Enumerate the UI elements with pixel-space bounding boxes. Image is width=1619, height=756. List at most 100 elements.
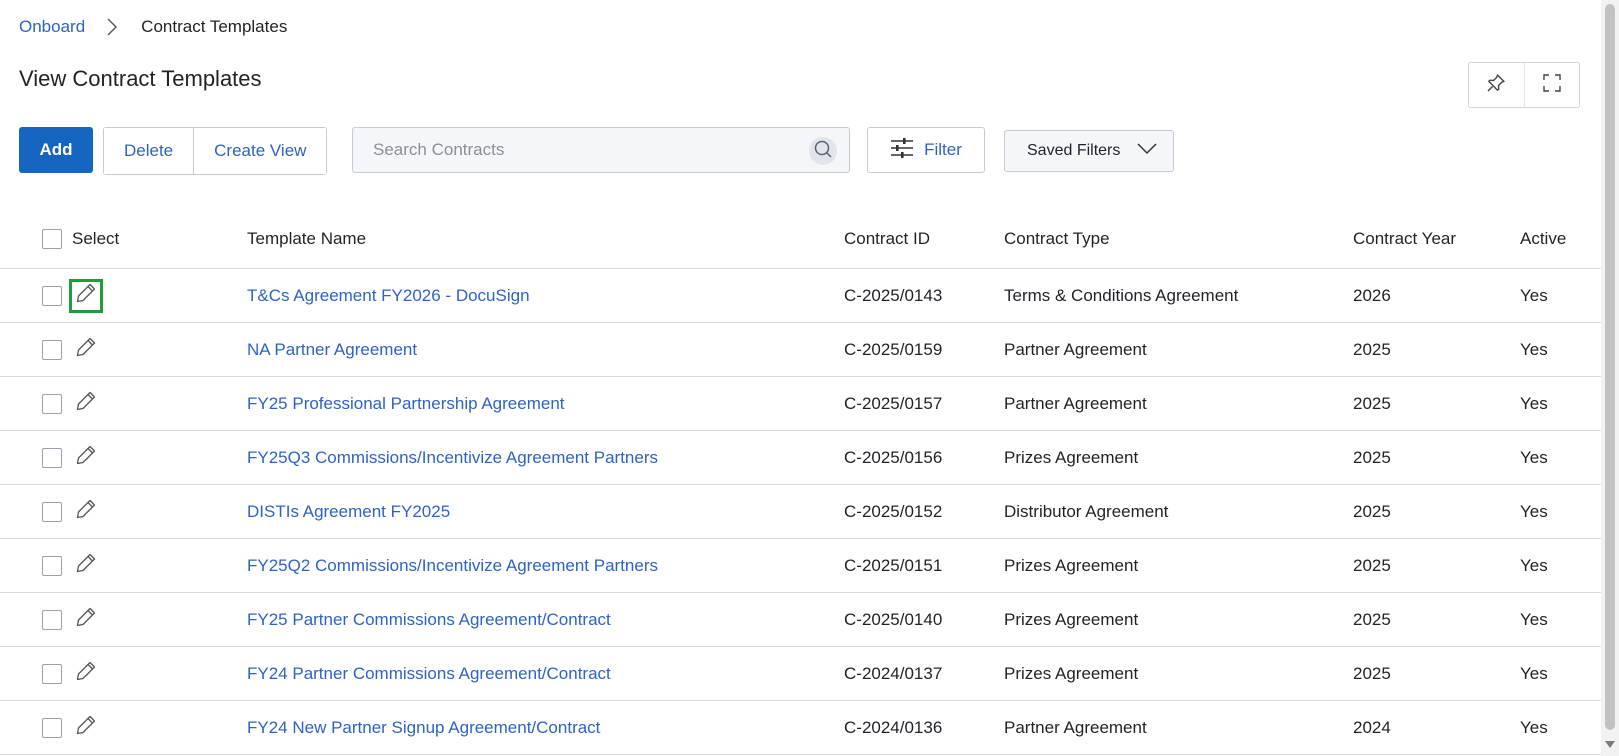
breadcrumb-onboard-link[interactable]: Onboard [19,17,85,37]
active-cell: Yes [1520,501,1548,521]
table-row: FY25Q3 Commissions/Incentivize Agreement… [0,431,1601,485]
contract-id-cell: C-2025/0152 [844,501,943,521]
scroll-down-arrow-icon[interactable] [1605,741,1615,748]
add-button[interactable]: Add [19,127,93,173]
row-checkbox[interactable] [42,447,62,468]
contract-type-cell: Prizes Agreement [1004,663,1139,683]
active-header[interactable]: Active [1520,210,1566,268]
contract-type-header[interactable]: Contract Type [1004,210,1110,268]
edit-button[interactable] [69,603,103,637]
contract-year-cell: 2025 [1353,609,1391,629]
template-name-link[interactable]: FY24 New Partner Signup Agreement/Contra… [247,718,600,738]
scrollbar-thumb[interactable] [1605,4,1615,730]
row-checkbox[interactable] [42,555,62,576]
select-all-checkbox[interactable] [42,229,62,249]
edit-button[interactable] [69,711,103,745]
delete-button[interactable]: Delete [104,128,194,174]
contract-type-cell: Terms & Conditions Agreement [1004,285,1239,305]
contract-year-cell: 2025 [1353,447,1391,467]
edit-button[interactable] [69,441,103,475]
select-header-label: Select [72,229,120,248]
chevron-right-icon [107,17,119,37]
template-name-link[interactable]: T&Cs Agreement FY2026 - DocuSign [247,286,530,306]
active-cell: Yes [1520,339,1548,359]
contract-year-cell: 2025 [1353,339,1391,359]
search-button[interactable] [809,137,837,165]
contract-id-cell: C-2025/0157 [844,393,943,413]
contract-type-cell: Prizes Agreement [1004,447,1139,467]
row-checkbox[interactable] [42,663,62,684]
saved-filters-dropdown[interactable]: Saved Filters [1004,130,1174,172]
vertical-scrollbar[interactable] [1601,0,1619,756]
active-cell: Yes [1520,555,1548,575]
action-button-group: Delete Create View [103,127,328,175]
template-name-link[interactable]: FY25 Partner Commissions Agreement/Contr… [247,610,611,630]
contract-id-cell: C-2025/0159 [844,339,943,359]
contract-type-cell: Distributor Agreement [1004,501,1169,521]
contract-year-cell: 2026 [1353,285,1391,305]
template-name-header[interactable]: Template Name [247,210,366,268]
edit-button[interactable] [69,278,103,313]
template-name-link[interactable]: FY25Q2 Commissions/Incentivize Agreement… [247,556,658,576]
contract-year-cell: 2025 [1353,663,1391,683]
chevron-down-icon [1137,142,1157,160]
edit-button[interactable] [69,387,103,421]
contract-id-cell: C-2024/0137 [844,663,943,683]
table-row: T&Cs Agreement FY2026 - DocuSign C-2025/… [0,269,1601,323]
edit-button[interactable] [69,333,103,367]
search-input[interactable] [353,128,813,172]
row-checkbox[interactable] [42,609,62,630]
active-cell: Yes [1520,717,1548,737]
active-cell: Yes [1520,285,1548,305]
contract-year-cell: 2024 [1353,717,1391,737]
page-title: View Contract Templates [19,66,262,91]
contract-year-cell: 2025 [1353,393,1391,413]
active-cell: Yes [1520,393,1548,413]
contract-type-cell: Partner Agreement [1004,339,1147,359]
contract-year-cell: 2025 [1353,555,1391,575]
contract-type-cell: Partner Agreement [1004,717,1147,737]
contract-type-cell: Prizes Agreement [1004,609,1139,629]
contract-id-cell: C-2025/0140 [844,609,943,629]
table-header: Select Template Name Contract ID Contrac… [0,210,1601,269]
create-view-button[interactable]: Create View [193,128,327,174]
row-checkbox[interactable] [42,501,62,522]
fullscreen-button[interactable] [1523,63,1580,107]
edit-button[interactable] [69,495,103,529]
page-tools [1468,62,1580,108]
template-name-link[interactable]: DISTIs Agreement FY2025 [247,502,450,522]
row-checkbox[interactable] [42,339,62,360]
template-name-link[interactable]: FY25Q3 Commissions/Incentivize Agreement… [247,448,658,468]
pencil-icon [75,498,97,525]
row-checkbox[interactable] [42,285,62,306]
contract-type-cell: Partner Agreement [1004,393,1147,413]
filter-label: Filter [924,140,962,159]
pin-button[interactable] [1469,63,1524,107]
contract-id-cell: C-2025/0143 [844,285,943,305]
edit-button[interactable] [69,657,103,691]
page: Onboard Contract Templates View Contract… [0,0,1601,756]
pencil-icon [75,606,97,633]
pencil-icon [75,282,97,309]
row-checkbox[interactable] [42,717,62,738]
table-row: DISTIs Agreement FY2025 C-2025/0152 Dist… [0,485,1601,539]
template-name-link[interactable]: FY24 Partner Commissions Agreement/Contr… [247,664,611,684]
active-cell: Yes [1520,663,1548,683]
breadcrumb: Onboard Contract Templates [19,17,287,37]
table-row: FY25 Professional Partnership Agreement … [0,377,1601,431]
pencil-icon [75,660,97,687]
filter-button[interactable]: Filter [867,127,985,173]
contract-id-cell: C-2025/0156 [844,447,943,467]
edit-button[interactable] [69,549,103,583]
contract-year-header[interactable]: Contract Year [1353,210,1456,268]
contract-templates-table: Select Template Name Contract ID Contrac… [0,210,1601,755]
pencil-icon [75,714,97,741]
row-checkbox[interactable] [42,393,62,414]
template-name-link[interactable]: FY25 Professional Partnership Agreement [247,394,565,414]
template-name-link[interactable]: NA Partner Agreement [247,340,417,360]
contract-id-header[interactable]: Contract ID [844,210,930,268]
active-cell: Yes [1520,609,1548,629]
pencil-icon [75,552,97,579]
contract-type-cell: Prizes Agreement [1004,555,1139,575]
search-box [352,127,850,173]
